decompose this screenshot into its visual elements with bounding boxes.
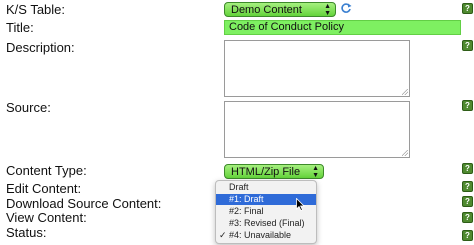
refresh-icon[interactable] bbox=[340, 2, 352, 14]
content-type-select[interactable]: HTML/Zip File ▲ ▼ bbox=[224, 164, 324, 179]
description-label: Description: bbox=[6, 40, 75, 55]
title-label: Title: bbox=[6, 20, 34, 35]
edit-content-label: Edit Content: bbox=[6, 181, 82, 196]
status-dropdown-menu[interactable]: Draft #1: Draft #2: Final #3: Revised (F… bbox=[215, 180, 317, 244]
content-type-label: Content Type: bbox=[6, 163, 87, 178]
status-option-4-unavailable[interactable]: ✓ #4: Unavailable bbox=[216, 230, 316, 241]
title-input[interactable]: Code of Conduct Policy bbox=[224, 20, 461, 35]
content-type-help-icon[interactable]: ? bbox=[462, 181, 473, 192]
status-option-4-label: #4: Unavailable bbox=[229, 230, 292, 240]
select-arrows-icon: ▲ ▼ bbox=[324, 2, 331, 17]
description-help-icon[interactable]: ? bbox=[462, 100, 473, 111]
description-textarea[interactable] bbox=[224, 40, 410, 97]
ks-table-label: K/S Table: bbox=[6, 2, 66, 17]
resize-grip-icon[interactable] bbox=[402, 89, 408, 95]
select-arrows-icon: ▲ ▼ bbox=[312, 164, 319, 179]
resize-grip-icon[interactable] bbox=[402, 150, 408, 156]
ks-table-select[interactable]: Demo Content ▲ ▼ bbox=[224, 2, 336, 17]
title-help-icon[interactable]: ? bbox=[462, 40, 473, 51]
content-type-select-value: HTML/Zip File bbox=[231, 166, 301, 178]
source-label: Source: bbox=[6, 100, 51, 115]
download-source-content-label: Download Source Content: bbox=[6, 196, 162, 211]
status-option-3-revised-final[interactable]: #3: Revised (Final) bbox=[216, 218, 316, 229]
status-option-draft[interactable]: Draft bbox=[216, 182, 316, 193]
edit-content-help-icon[interactable]: ? bbox=[462, 196, 473, 207]
view-content-label: View Content: bbox=[6, 210, 87, 225]
view-content-help-icon[interactable]: ? bbox=[462, 230, 473, 241]
source-help-icon[interactable]: ? bbox=[462, 163, 473, 174]
mouse-pointer-icon bbox=[296, 198, 305, 211]
checkmark-icon: ✓ bbox=[219, 230, 227, 240]
source-textarea[interactable] bbox=[224, 101, 410, 158]
download-source-help-icon[interactable]: ? bbox=[462, 212, 473, 223]
ks-table-select-value: Demo Content bbox=[231, 4, 302, 16]
ks-table-help-icon[interactable]: ? bbox=[462, 3, 473, 14]
status-label: Status: bbox=[6, 225, 47, 240]
